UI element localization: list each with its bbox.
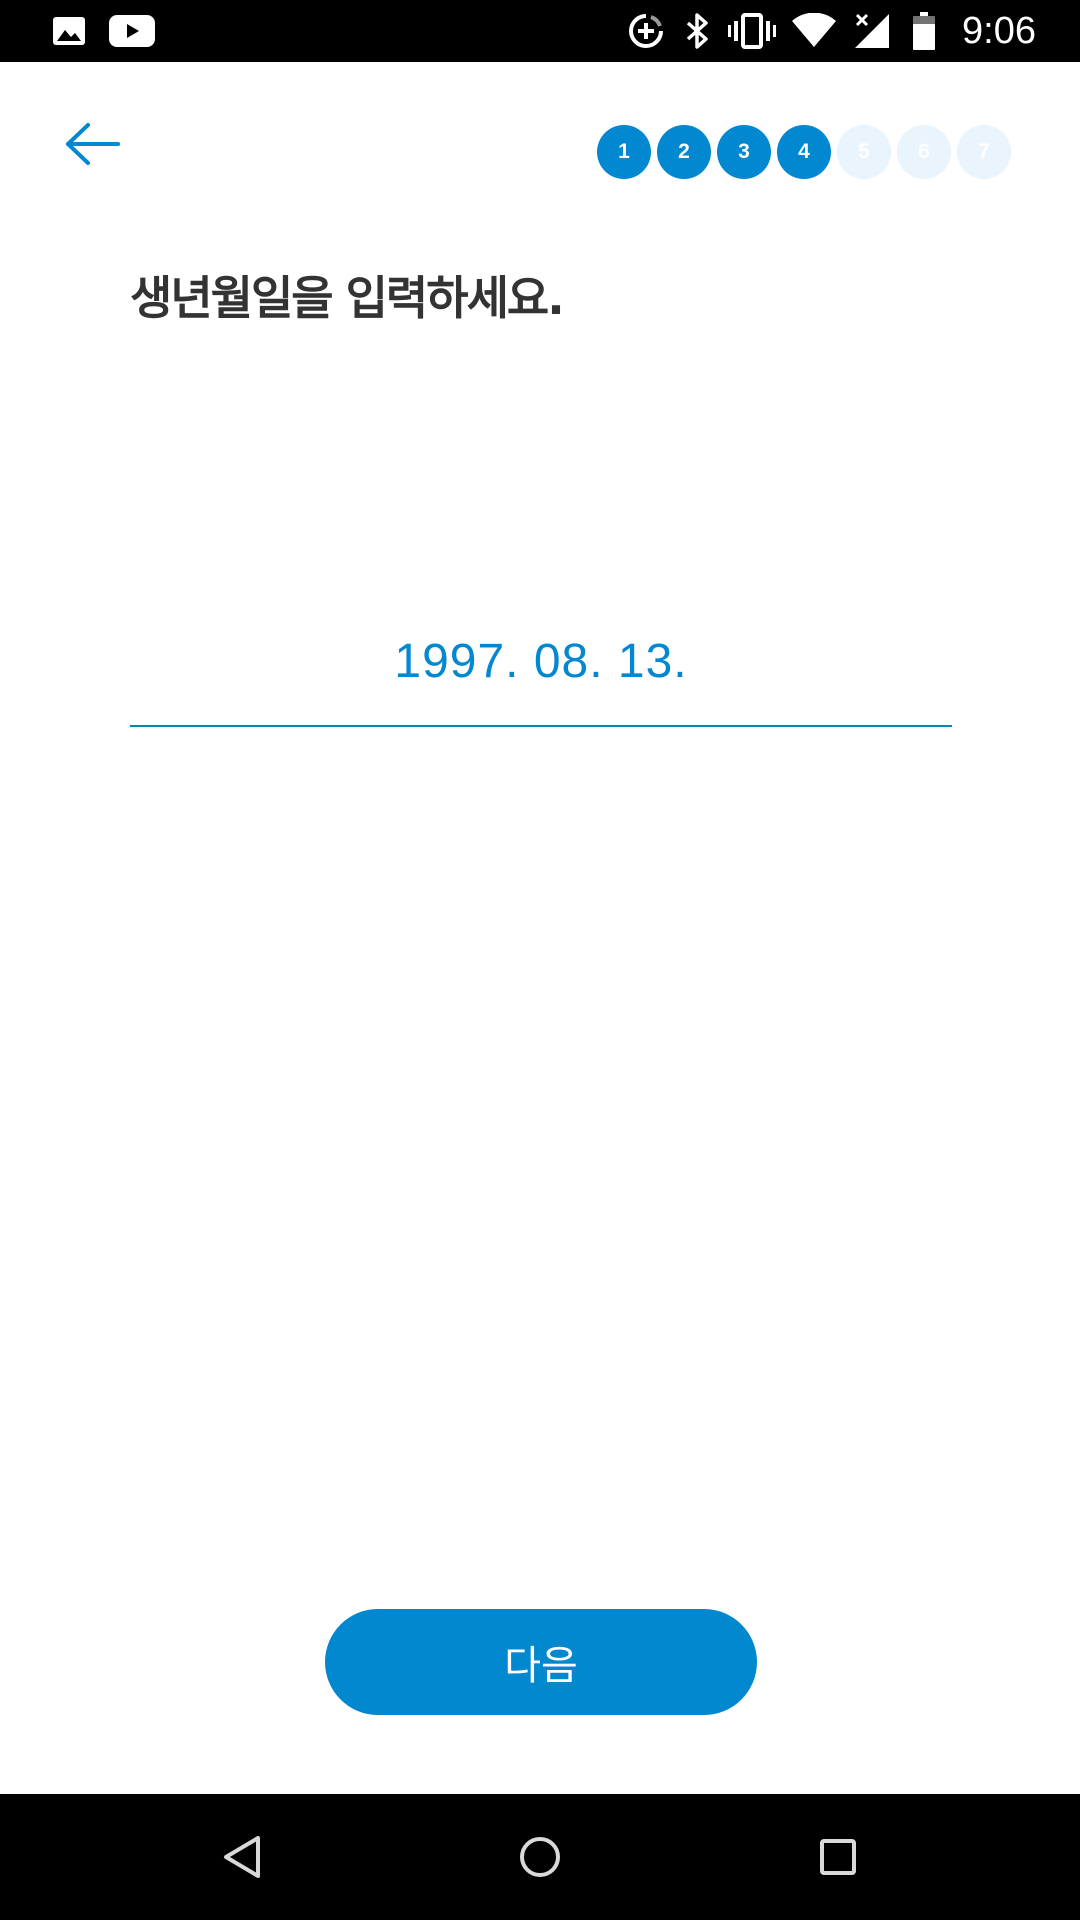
birthdate-field[interactable]: 1997. 08. 13.: [130, 605, 952, 727]
step-1: 1: [597, 125, 651, 179]
vibrate-icon: [728, 0, 776, 62]
step-indicator: 1 2 3 4 5 6 7: [597, 125, 1011, 179]
recents-square-icon: [820, 1839, 856, 1875]
step-4: 4: [777, 125, 831, 179]
youtube-icon: [108, 0, 156, 62]
bluetooth-icon: [682, 0, 714, 62]
battery-icon: [910, 0, 938, 62]
step-7: 7: [957, 125, 1011, 179]
nav-recents-button[interactable]: [778, 1794, 898, 1920]
back-button[interactable]: [56, 114, 128, 174]
page-title: 생년월일을 입력하세요.: [130, 271, 565, 325]
status-bar: 9:06: [0, 0, 1080, 62]
status-time: 9:06: [962, 10, 1036, 52]
back-triangle-icon: [224, 1836, 260, 1878]
nav-home-button[interactable]: [480, 1794, 600, 1920]
step-3: 3: [717, 125, 771, 179]
no-signal-icon: [852, 0, 892, 62]
home-circle-icon: [520, 1837, 560, 1877]
step-6: 6: [897, 125, 951, 179]
step-2: 2: [657, 125, 711, 179]
wifi-icon: [790, 0, 838, 62]
birthdate-value: 1997. 08. 13.: [394, 634, 688, 688]
step-5: 5: [837, 125, 891, 179]
next-button[interactable]: 다음: [325, 1609, 757, 1715]
data-saver-icon: [626, 0, 666, 62]
image-icon: [50, 0, 88, 62]
arrow-left-icon: [66, 123, 120, 165]
nav-back-button[interactable]: [182, 1794, 302, 1920]
navigation-bar: [0, 1794, 1080, 1920]
birthdate-screen: 9:06 1 2 3 4 5 6 7 생년월일을 입력하세요. 1997. 08…: [0, 0, 1080, 1920]
